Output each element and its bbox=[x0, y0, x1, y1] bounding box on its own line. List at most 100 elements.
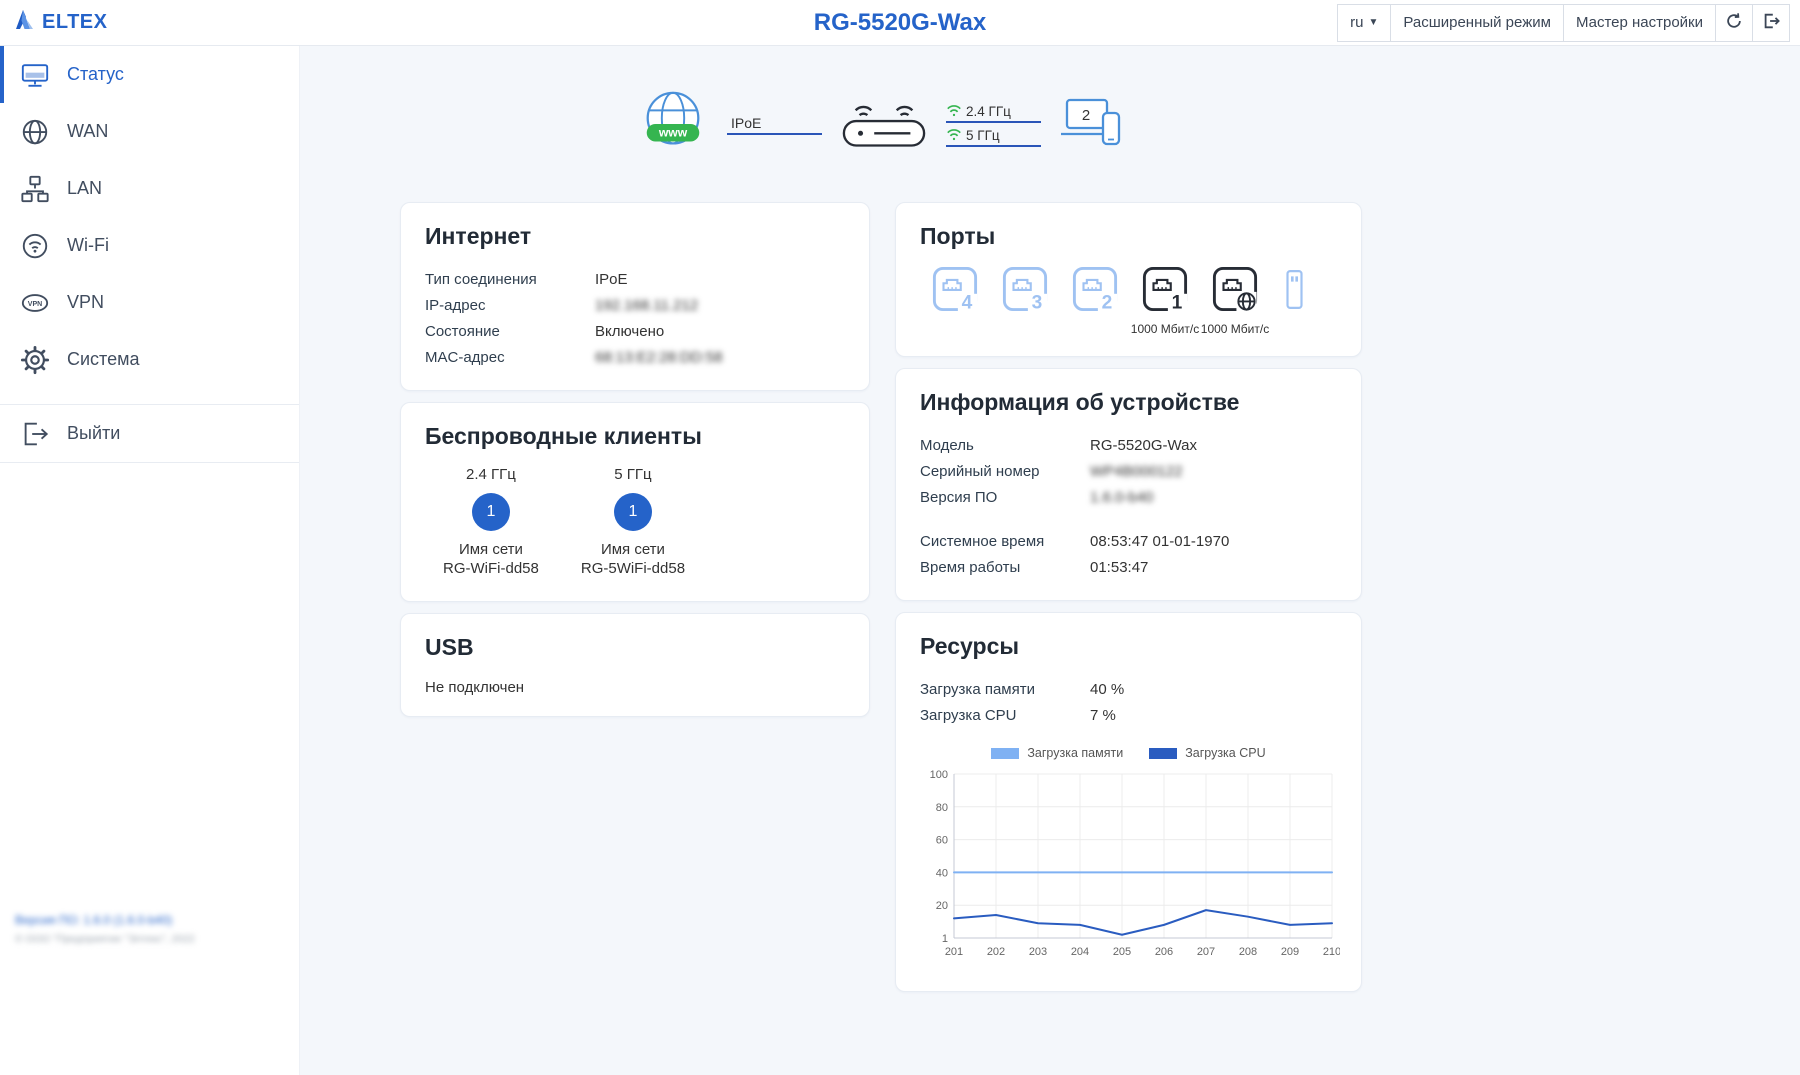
sidebar-item-label: WAN bbox=[67, 121, 108, 142]
lan-port-2[interactable]: 2 bbox=[1060, 266, 1130, 317]
svg-text:205: 205 bbox=[1113, 946, 1131, 958]
wan-link: IPoE bbox=[727, 115, 822, 135]
copyright-text: © ООО "Предприятие "Элтекс", 2022 bbox=[15, 933, 195, 945]
sidebar-item-wifi[interactable]: Wi-Fi bbox=[0, 217, 299, 274]
www-label: www bbox=[658, 125, 688, 139]
port-speed: 1000 Мбит/с bbox=[1131, 322, 1199, 336]
monitor-icon bbox=[19, 59, 51, 91]
sidebar-item-label: LAN bbox=[67, 178, 102, 199]
info-label: Состояние bbox=[425, 323, 595, 340]
svg-text:1: 1 bbox=[942, 933, 948, 945]
info-value: IPoE bbox=[595, 271, 845, 288]
internet-card: Интернет Тип соединения IPoE IP-адрес 19… bbox=[400, 202, 870, 391]
cpu-legend-swatch bbox=[1149, 748, 1177, 759]
header-controls: ru ▼ Расширенный режим Мастер настройки bbox=[1338, 4, 1790, 42]
eltex-logo[interactable]: ELTEX bbox=[14, 8, 107, 37]
ethernet-port-icon: 4 bbox=[932, 266, 978, 317]
clients-count: 2 bbox=[1082, 107, 1090, 124]
info-value: 192.168.11.212 bbox=[595, 297, 845, 314]
usb-status: Не подключен bbox=[425, 679, 845, 696]
sidebar-logout[interactable]: Выйти bbox=[0, 405, 299, 462]
info-value: 01:53:47 bbox=[1090, 559, 1337, 576]
ports-card-title: Порты bbox=[920, 223, 1337, 250]
wireless-clients-title: Беспроводные клиенты bbox=[425, 423, 845, 450]
svg-text:206: 206 bbox=[1155, 946, 1173, 958]
port-number: 3 bbox=[1032, 293, 1043, 312]
main-content: www IPoE bbox=[300, 46, 1800, 1075]
app-root: ELTEX RG-5520G-Wax ru ▼ Расширенный режи… bbox=[0, 0, 1800, 1075]
port-speed: 1000 Мбит/с bbox=[1201, 322, 1269, 336]
sidebar-item-status[interactable]: Статус bbox=[0, 46, 299, 103]
wifi-5g-label: 5 ГГц bbox=[966, 128, 1000, 143]
wifi-2g-icon bbox=[946, 104, 962, 120]
clients-count-badge-5g[interactable]: 1 bbox=[614, 493, 652, 531]
usb-connector-icon bbox=[1284, 267, 1305, 317]
svg-text:100: 100 bbox=[930, 769, 948, 781]
usb-port[interactable] bbox=[1270, 266, 1318, 317]
network-name-2g: RG-WiFi-dd58 bbox=[443, 560, 539, 577]
clients-count-badge-2g[interactable]: 1 bbox=[472, 493, 510, 531]
setup-wizard-button[interactable]: Мастер настройки bbox=[1563, 4, 1716, 42]
wifi-2g-label: 2.4 ГГц bbox=[966, 104, 1011, 119]
svg-text:201: 201 bbox=[945, 946, 963, 958]
usb-card: USB Не подключен bbox=[400, 613, 870, 717]
info-row-model: Модель RG-5520G-Wax bbox=[920, 432, 1337, 458]
lan-port-1[interactable]: 1 1000 Мбит/с bbox=[1130, 266, 1200, 336]
legend-label: Загрузка CPU bbox=[1185, 746, 1265, 760]
advanced-mode-button[interactable]: Расширенный режим bbox=[1390, 4, 1564, 42]
chart-wrap: 1008060402012012022032042052062072082092… bbox=[920, 766, 1337, 971]
info-label: Системное время bbox=[920, 533, 1090, 550]
sidebar: Статус WAN LAN bbox=[0, 46, 300, 1075]
info-row-system-time: Системное время 08:53:47 01-01-1970 bbox=[920, 528, 1337, 554]
svg-text:210: 210 bbox=[1323, 946, 1340, 958]
wan-port[interactable]: 1000 Мбит/с bbox=[1200, 266, 1270, 336]
vpn-icon: VPN bbox=[19, 287, 51, 319]
info-label: Модель bbox=[920, 437, 1090, 454]
sidebar-item-wan[interactable]: WAN bbox=[0, 103, 299, 160]
info-label: MAC-адрес bbox=[425, 349, 595, 366]
wifi-icon bbox=[19, 230, 51, 262]
band-label: 5 ГГц bbox=[581, 466, 685, 483]
legend-label: Загрузка памяти bbox=[1027, 746, 1123, 760]
wan-link-label: IPoE bbox=[731, 115, 822, 131]
gear-icon bbox=[19, 344, 51, 376]
info-value: 40 % bbox=[1090, 681, 1337, 698]
wifi-2g-line bbox=[946, 121, 1041, 123]
resources-card: Ресурсы Загрузка памяти 40 % Загрузка CP… bbox=[895, 612, 1362, 992]
client-devices-icon: 2 bbox=[1059, 94, 1125, 157]
eltex-logo-text: ELTEX bbox=[42, 11, 107, 34]
info-value: 7 % bbox=[1090, 707, 1337, 724]
resources-title: Ресурсы bbox=[920, 633, 1337, 660]
info-label: IP-адрес bbox=[425, 297, 595, 314]
info-row-memory: Загрузка памяти 40 % bbox=[920, 676, 1337, 702]
sidebar-item-lan[interactable]: LAN bbox=[0, 160, 299, 217]
sidebar-footer: Версия ПО: 1.6.0 (1.6.0-b40) © ООО "Пред… bbox=[15, 913, 195, 945]
lan-port-4[interactable]: 4 bbox=[920, 266, 990, 317]
sidebar-item-label: VPN bbox=[67, 292, 104, 313]
wifi-link-5g: 5 ГГц bbox=[946, 128, 1041, 147]
refresh-button[interactable] bbox=[1715, 4, 1753, 42]
ethernet-port-icon: 1 bbox=[1142, 266, 1188, 317]
router-icon bbox=[840, 93, 928, 158]
info-row-ip-address: IP-адрес 192.168.11.212 bbox=[425, 292, 845, 318]
logout-button[interactable] bbox=[1752, 4, 1790, 42]
info-label: Серийный номер bbox=[920, 463, 1090, 480]
ports-row: 4 3 bbox=[920, 266, 1337, 336]
svg-text:209: 209 bbox=[1281, 946, 1299, 958]
logout-section: Выйти bbox=[0, 404, 299, 463]
svg-text:VPN: VPN bbox=[28, 300, 42, 307]
sidebar-item-system[interactable]: Система bbox=[0, 331, 299, 388]
firmware-version-link[interactable]: Версия ПО: 1.6.0 (1.6.0-b40) bbox=[15, 913, 195, 927]
language-selector[interactable]: ru ▼ bbox=[1337, 4, 1391, 42]
device-info-card: Информация об устройстве Модель RG-5520G… bbox=[895, 368, 1362, 601]
wifi-5g-icon bbox=[946, 128, 962, 144]
sidebar-item-vpn[interactable]: VPN VPN bbox=[0, 274, 299, 331]
info-row-firmware: Версия ПО 1.6.0-b40 bbox=[920, 484, 1337, 510]
network-name-label: Имя сети bbox=[443, 541, 539, 558]
lan-port-3[interactable]: 3 bbox=[990, 266, 1060, 317]
port-number: 4 bbox=[962, 293, 973, 312]
wifi-links: 2.4 ГГц 5 ГГц bbox=[946, 104, 1041, 147]
svg-text:60: 60 bbox=[936, 835, 948, 847]
device-info-title: Информация об устройстве bbox=[920, 389, 1337, 416]
legend-item-cpu: Загрузка CPU bbox=[1149, 746, 1265, 760]
